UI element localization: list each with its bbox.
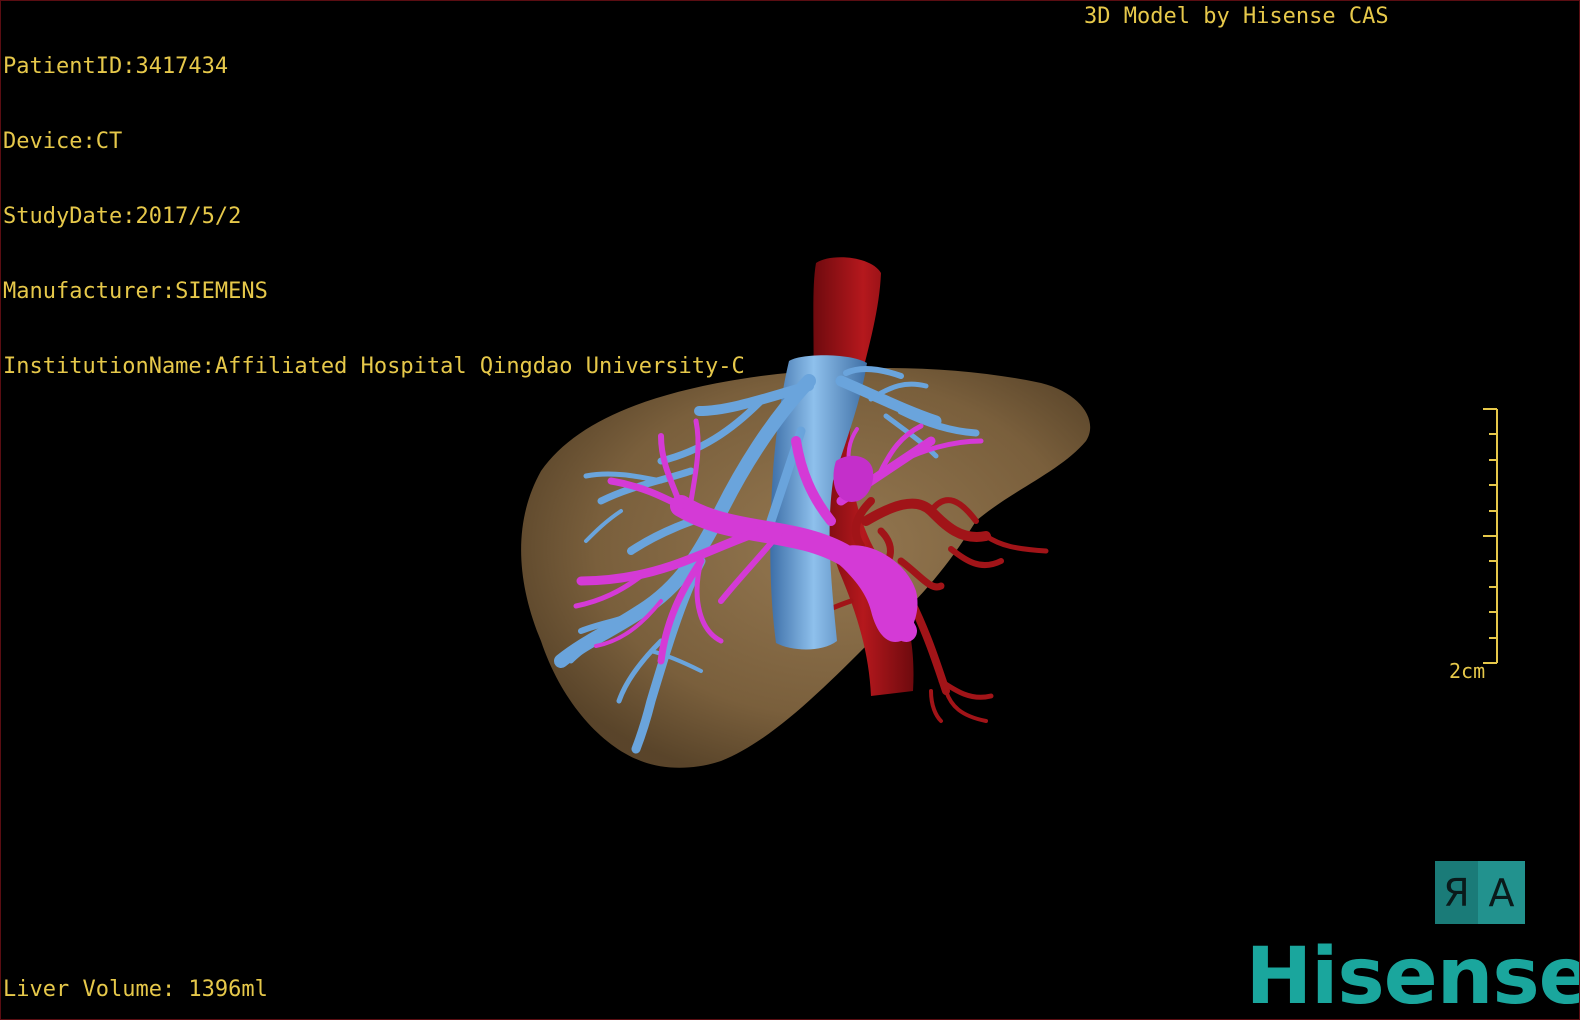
hisense-logo: Hisense — [1245, 932, 1580, 1020]
manufacturer: Manufacturer:SIEMENS — [3, 279, 268, 304]
3d-viewport[interactable]: PatientID:3417434 Device:CT StudyDate:20… — [0, 0, 1580, 1020]
patient-info-overlay: PatientID:3417434 Device:CT StudyDate:20… — [3, 4, 745, 429]
orientation-front-face: A — [1478, 861, 1525, 924]
patient-id: PatientID:3417434 — [3, 54, 229, 79]
orientation-side-face: Я — [1435, 861, 1478, 924]
scale-bar-label: 2cm — [1449, 659, 1486, 683]
device: Device:CT — [3, 129, 123, 154]
orientation-cube[interactable]: Я A — [1435, 861, 1525, 924]
scale-bar — [1483, 408, 1498, 664]
study-date: StudyDate:2017/5/2 — [3, 204, 242, 229]
model-credit: 3D Model by Hisense CAS — [1084, 4, 1389, 29]
liver-volume: Liver Volume: 1396ml — [3, 977, 268, 1002]
institution-name: InstitutionName:Affiliated Hospital Qing… — [3, 354, 745, 379]
